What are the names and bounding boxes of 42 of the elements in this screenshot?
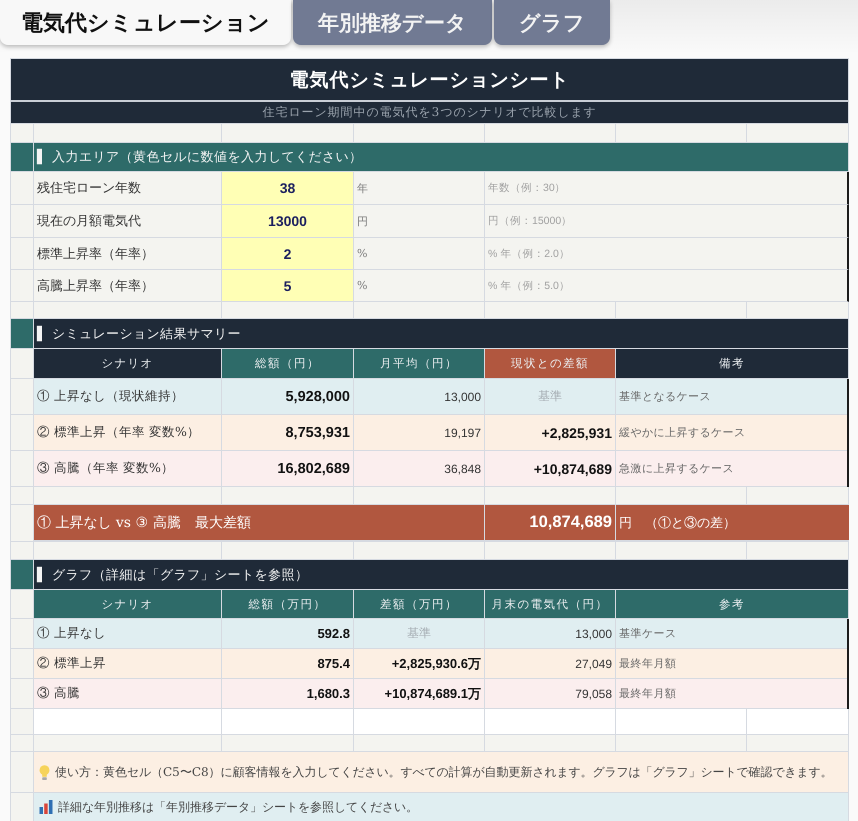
unit-label: 年 [354,172,485,205]
monthly-average: 36,848 [354,451,485,487]
column-header: 総額（円） [222,349,354,379]
scenario-name: ③ 高騰（年率 変数%） [34,451,222,487]
hint-text: % 年（例：2.0） [485,238,849,270]
note-text: 急激に上昇するケース [616,451,847,487]
unit-label: 円 [354,205,485,238]
column-header: シナリオ [34,349,222,379]
bar-chart-icon [39,800,53,814]
column-header: 月末の電気代（円） [485,590,616,619]
column-header: 差額（万円） [354,590,485,619]
column-header: 備考 [616,349,849,379]
unit-label: % [354,238,485,270]
highlight-unit: 円 （①と③の差） [616,505,849,541]
hint-text: 年数（例：30） [485,172,849,205]
section-heading: ▌ グラフ（詳細は「グラフ」シートを参照） [34,560,849,590]
total-amount: 16,802,689 [222,451,354,487]
column-header: 参考 [616,590,849,619]
sheet-tab[interactable]: 年別推移データ [293,0,492,45]
input-field[interactable]: 13000 [222,205,354,238]
input-field[interactable]: 2 [222,238,354,270]
difference-amount: +10,874,689 [485,451,616,487]
highlight-label: ① 上昇なし vs ③ 高騰 最大差額 [34,505,485,541]
sheet-tab[interactable]: 電気代シミュレーション [0,0,291,45]
highlight-value: 10,874,689 [485,505,616,541]
sheet-subtitle: 住宅ローン期間中の電気代を3つのシナリオで比較します [11,102,849,124]
section-heading: ▌ シミュレーション結果サマリー [34,319,849,349]
column-header: シナリオ [34,590,222,619]
column-header: 総額（万円） [222,590,354,619]
sheet-title: 電気代シミュレーションシート [11,59,849,102]
lightbulb-icon [39,764,50,780]
input-field[interactable]: 38 [222,172,354,205]
section-heading: ▌ 入力エリア（黄色セルに数値を入力してください） [34,143,849,172]
sheet-tab[interactable]: グラフ [494,0,610,45]
column-header: 月平均（円） [354,349,485,379]
unit-label: % [354,270,485,302]
hint-text: 円（例：15000） [485,205,849,238]
column-header: 現状との差額 [485,349,616,379]
note-text: 使い方：黄色セル（C5〜C8）に顧客情報を入力してください。すべての計算が自動更新されます。グラフは「グラフ」シートで確認できます。 [55,764,833,780]
hint-text: % 年（例：5.0） [485,270,849,302]
input-field[interactable]: 5 [222,270,354,302]
note-text: 詳細な年別推移は「年別推移データ」シートを参照してください。 [58,798,418,816]
